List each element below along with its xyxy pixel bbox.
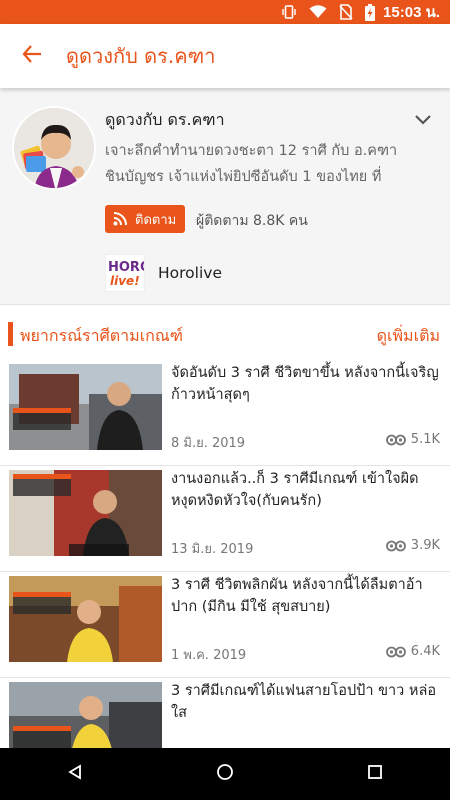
nav-back-button[interactable] [45,748,105,800]
nav-home-button[interactable] [195,748,255,800]
video-thumbnail [9,576,162,662]
video-title: จัดอันดับ 3 ราศี ชีวิตขาขึ้น หลังจากนี้เ… [171,365,439,403]
channel-name: ดูดวงกับ ดร.คฑา [105,110,225,129]
back-button[interactable] [0,24,64,88]
page-title: ดูดวงกับ ดร.คฑา [66,44,216,68]
battery-charging-icon [365,3,376,21]
video-date: 8 มิ.ย. 2019 [171,436,246,451]
follow-label: ติดตาม [135,212,177,228]
channel-description: เจาะลึกคำทำนายดวงชะตา 12 ราศี กับ อ.คฑา … [105,143,398,185]
section-header: พยากรณ์ราศีตามเกณฑ์ ดูเพิ่มเติม [0,304,450,360]
video-list: จัดอันดับ 3 ราศี ชีวิตขาขึ้น หลังจากนี้เ… [0,360,450,784]
views-icon [385,646,406,658]
follow-button[interactable]: ติดตาม [105,205,185,233]
svg-text:HORO: HORO [108,260,144,275]
video-item[interactable]: 3 ราศี ชีวิตพลิกผัน หลังจากนี้ได้ลืมตาอ้… [0,572,450,678]
rss-icon [113,212,127,226]
status-time: 15:03 น. [383,4,440,21]
video-title: งานงอกแล้ว..ก็ 3 ราศีมีเกณฑ์ เข้าใจผิด ห… [171,471,419,509]
chevron-down-icon [413,112,433,131]
video-item[interactable]: จัดอันดับ 3 ราศี ชีวิตขาขึ้น หลังจากนี้เ… [0,360,450,466]
brand-name[interactable]: Horolive [158,264,222,282]
system-nav-bar [0,748,450,800]
status-bar: 15:03 น. [0,0,450,24]
followers-count: ผู้ติดตาม 8.8K คน [196,213,308,229]
view-count: 6.4K [385,644,440,659]
video-title: 3 ราศีมีเกณฑ์ได้แฟนสายโอปป้า ขาว หล่อใส [171,683,437,721]
vibrate-icon [281,4,297,20]
home-circle-icon [216,763,234,785]
see-more-link[interactable]: ดูเพิ่มเติม [377,324,440,349]
section-accent-bar [8,322,13,346]
horolive-logo[interactable]: HORO live! [105,254,151,292]
nav-recents-button[interactable] [345,748,405,800]
video-thumbnail [9,470,162,556]
views-icon [385,434,406,446]
video-thumbnail [9,364,162,450]
app-bar: ดูดวงกับ ดร.คฑา [0,24,450,88]
svg-text:live!: live! [110,274,140,288]
channel-profile: ดูดวงกับ ดร.คฑา เจาะลึกคำทำนายดวงชะตา 12… [0,88,450,304]
recents-square-icon [367,764,383,784]
video-date: 13 มิ.ย. 2019 [171,542,254,557]
video-item[interactable]: งานงอกแล้ว..ก็ 3 ราศีมีเกณฑ์ เข้าใจผิด ห… [0,466,450,572]
section-title: พยากรณ์ราศีตามเกณฑ์ [20,326,183,345]
video-title: 3 ราศี ชีวิตพลิกผัน หลังจากนี้ได้ลืมตาอ้… [171,577,423,615]
wifi-icon [309,5,327,19]
arrow-left-icon [21,43,43,69]
expand-button[interactable] [413,112,433,131]
no-sim-icon [339,4,353,20]
view-count-value: 3.9K [410,538,440,553]
view-count: 3.9K [385,538,440,553]
views-icon [385,540,406,552]
video-date: 1 พ.ค. 2019 [171,648,247,663]
view-count: 5.1K [385,432,440,447]
channel-avatar [12,106,96,190]
view-count-value: 6.4K [410,644,440,659]
view-count-value: 5.1K [410,432,440,447]
back-triangle-icon [67,764,83,784]
